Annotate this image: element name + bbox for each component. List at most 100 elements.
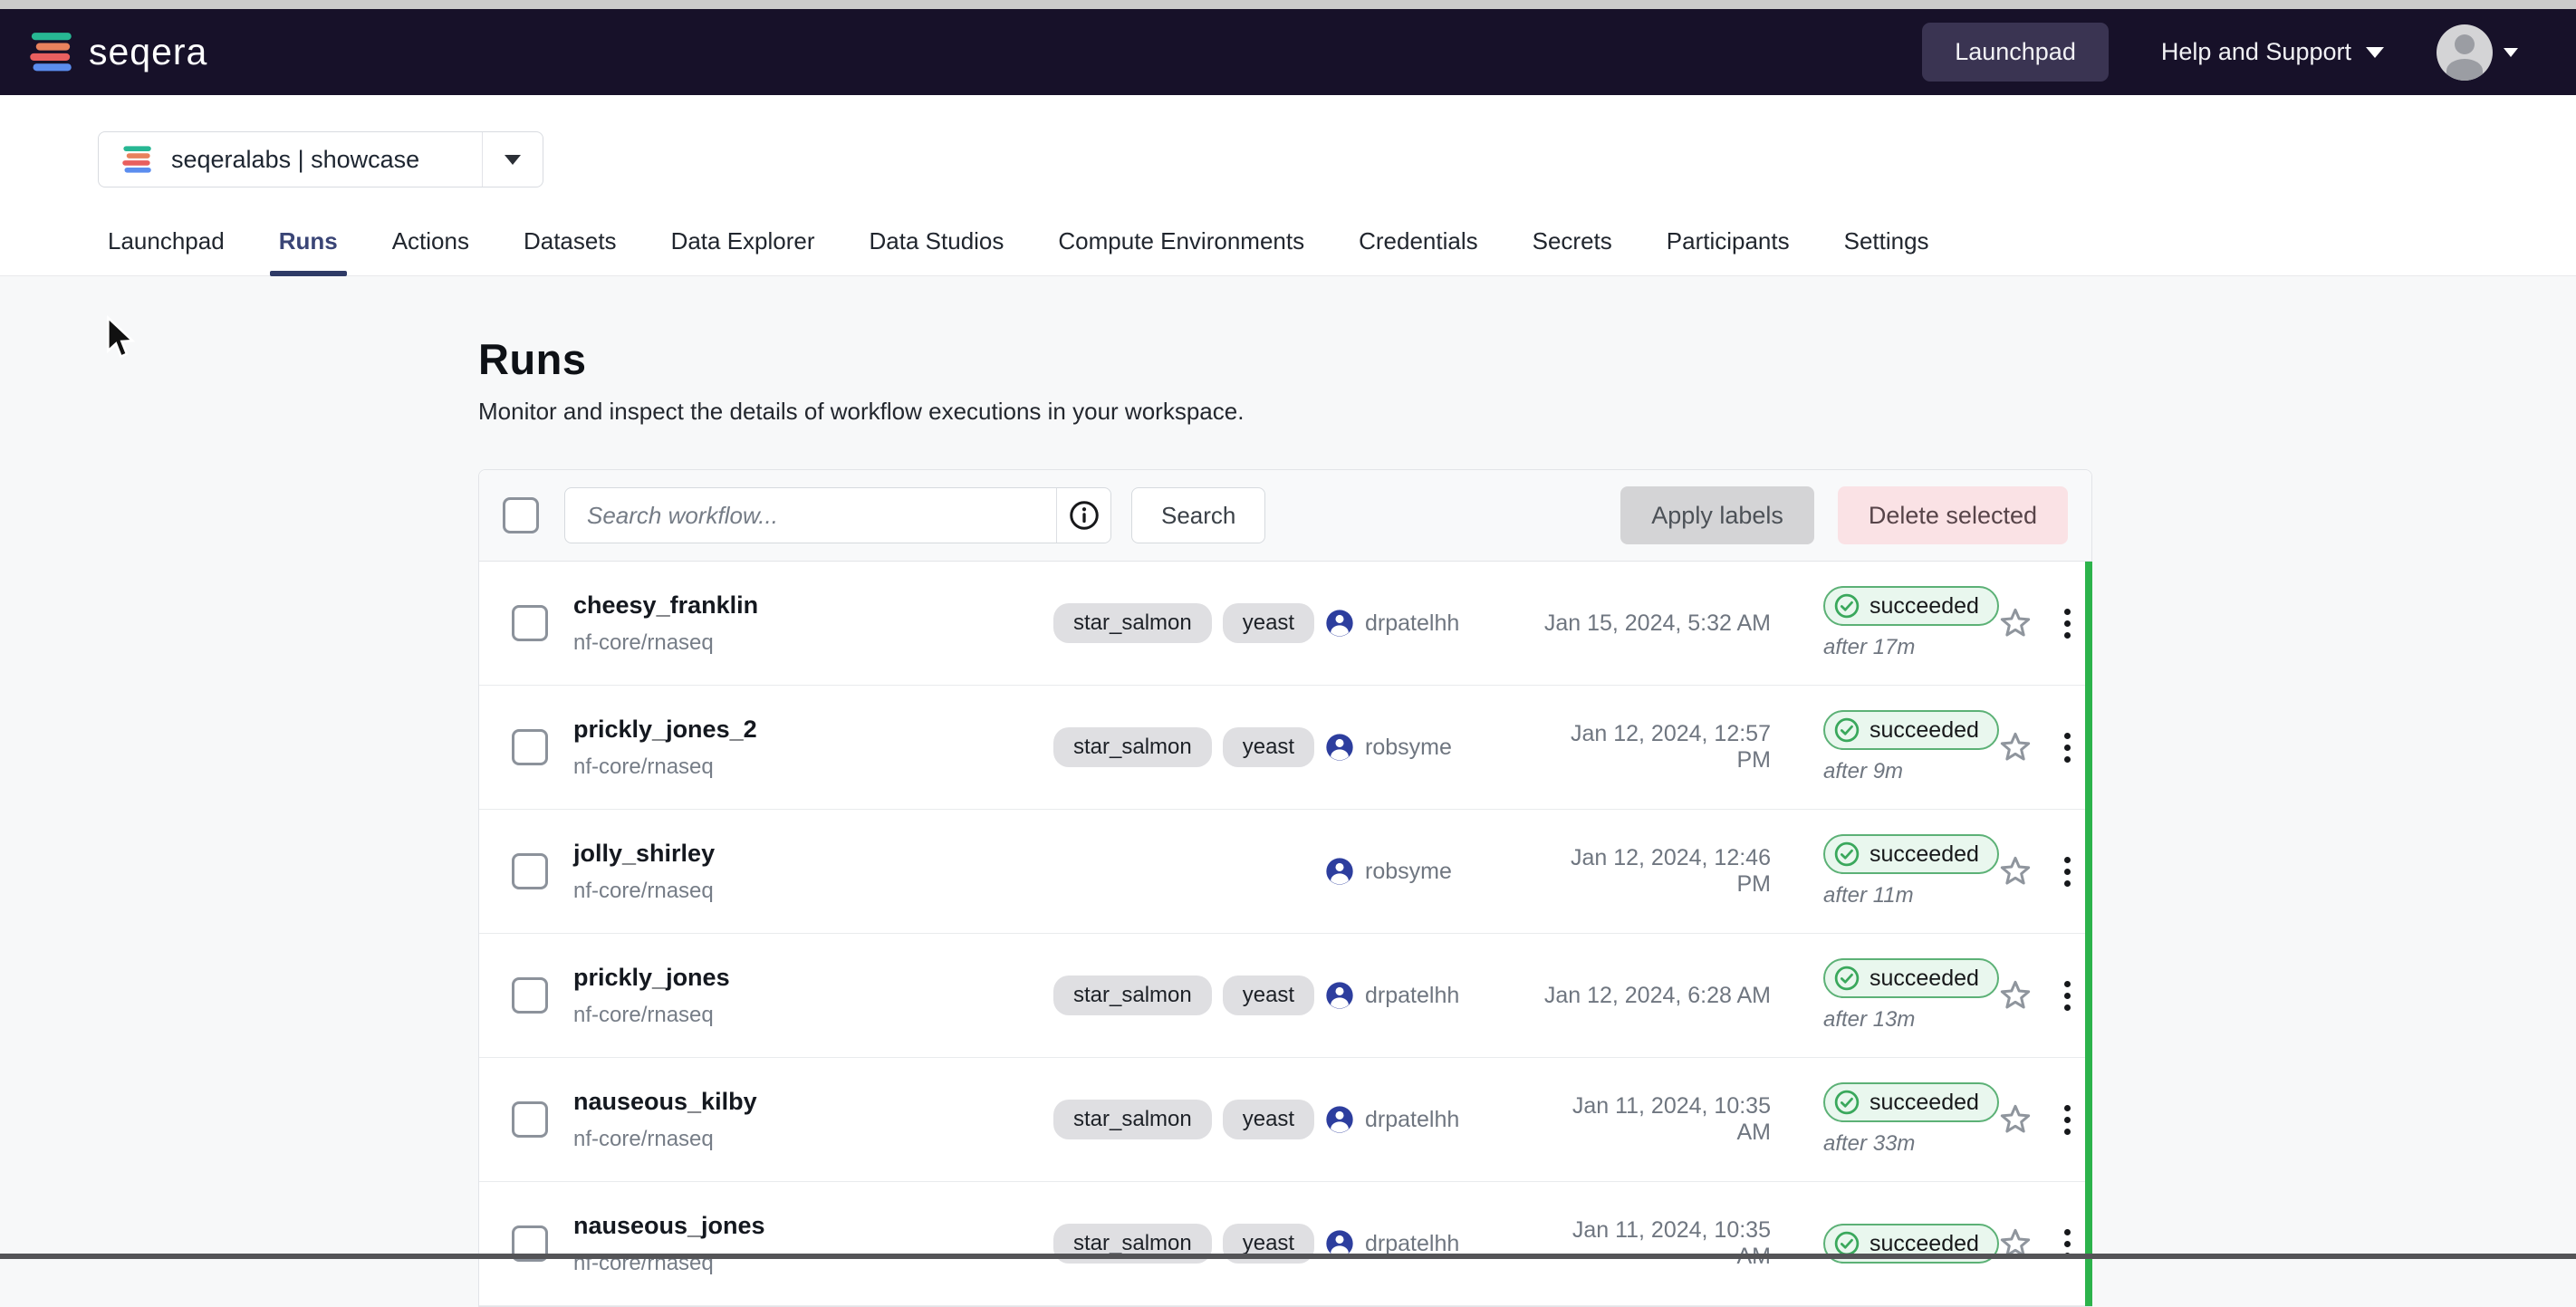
run-date: Jan 12, 2024, 6:28 AM (1538, 983, 1778, 1009)
tab-settings[interactable]: Settings (1842, 227, 1931, 275)
search-input[interactable] (565, 488, 1056, 543)
run-user-name: robsyme (1365, 735, 1452, 761)
status-label: succeeded (1870, 841, 1979, 868)
tab-datasets[interactable]: Datasets (522, 227, 619, 275)
run-status-cell: succeeded after 17m (1778, 586, 1986, 660)
search-button[interactable]: Search (1131, 487, 1265, 543)
info-icon (1068, 499, 1101, 532)
row-checkbox[interactable] (512, 1101, 548, 1138)
status-badge[interactable]: succeeded (1823, 710, 1999, 750)
brand[interactable]: seqera (27, 31, 207, 74)
run-name[interactable]: jolly_shirley (573, 840, 1053, 868)
check-circle-icon (1833, 592, 1860, 620)
status-badge[interactable]: succeeded (1823, 958, 1999, 998)
status-label: succeeded (1870, 966, 1979, 992)
label-pill: star_salmon (1053, 975, 1212, 1015)
run-name[interactable]: cheesy_franklin (573, 591, 1053, 620)
kebab-menu-icon[interactable] (2059, 975, 2076, 1016)
launchpad-button[interactable]: Launchpad (1922, 23, 2109, 82)
run-status-cell: succeeded after 13m (1778, 958, 1986, 1033)
star-icon[interactable] (1997, 977, 2033, 1014)
run-user: drpatelhh (1325, 981, 1538, 1010)
window-bottom-edge (0, 1254, 2576, 1259)
user-icon (1325, 733, 1354, 762)
workspace-band: seqeralabs | showcase Launchpad Runs Actio… (0, 95, 2576, 276)
kebab-menu-icon[interactable] (2059, 603, 2076, 644)
tab-actions[interactable]: Actions (390, 227, 471, 275)
table-row: prickly_jones_2 nf-core/rnaseq star_salm… (479, 686, 2091, 810)
run-name[interactable]: nauseous_jones (573, 1212, 1053, 1240)
run-name[interactable]: prickly_jones_2 (573, 716, 1053, 744)
help-and-support-menu[interactable]: Help and Support (2161, 38, 2384, 66)
page-title: Runs (478, 334, 2092, 384)
row-checkbox-cell (479, 729, 573, 765)
apply-labels-button[interactable]: Apply labels (1620, 486, 1814, 544)
workspace-logo-icon (120, 145, 153, 175)
run-name-cell: nauseous_jones nf-core/rnaseq (573, 1212, 1053, 1276)
run-duration: after 9m (1823, 759, 1986, 784)
status-badge[interactable]: succeeded (1823, 1082, 1999, 1122)
run-name[interactable]: nauseous_kilby (573, 1088, 1053, 1116)
run-date: Jan 15, 2024, 5:32 AM (1538, 610, 1778, 637)
search-info-button[interactable] (1056, 488, 1110, 543)
row-menu-cell (2044, 851, 2090, 892)
kebab-menu-icon[interactable] (2059, 727, 2076, 768)
star-cell (1986, 853, 2044, 889)
star-icon[interactable] (1997, 729, 2033, 765)
run-name-cell: cheesy_franklin nf-core/rnaseq (573, 591, 1053, 656)
row-checkbox[interactable] (512, 977, 548, 1014)
avatar-bust-icon (2446, 59, 2483, 81)
workspace-selector[interactable]: seqeralabs | showcase (98, 131, 543, 187)
tab-runs[interactable]: Runs (277, 227, 340, 275)
run-status-cell: succeeded after 9m (1778, 710, 1986, 784)
status-badge[interactable]: succeeded (1823, 834, 1999, 874)
row-checkbox[interactable] (512, 729, 548, 765)
run-user-name: drpatelhh (1365, 610, 1459, 637)
row-checkbox[interactable] (512, 853, 548, 889)
user-menu[interactable] (2437, 24, 2518, 81)
tab-secrets[interactable]: Secrets (1531, 227, 1614, 275)
search-box (564, 487, 1111, 543)
kebab-menu-icon[interactable] (2059, 1100, 2076, 1140)
runs-table-card: Search Apply labels Delete selected chee… (478, 469, 2092, 1307)
row-checkbox-cell (479, 853, 573, 889)
row-menu-cell (2044, 603, 2090, 644)
star-icon[interactable] (1997, 853, 2033, 889)
avatar[interactable] (2437, 24, 2493, 81)
tab-compute-environments[interactable]: Compute Environments (1056, 227, 1306, 275)
row-checkbox[interactable] (512, 605, 548, 641)
run-labels: star_salmonyeast (1053, 727, 1325, 767)
status-label: succeeded (1870, 717, 1979, 744)
run-user: drpatelhh (1325, 609, 1538, 638)
tab-launchpad[interactable]: Launchpad (106, 227, 226, 275)
row-checkbox-cell (479, 605, 573, 641)
run-pipeline: nf-core/rnaseq (573, 1127, 1053, 1152)
tab-data-explorer[interactable]: Data Explorer (669, 227, 817, 275)
star-cell (1986, 1101, 2044, 1138)
status-green-strip (2085, 562, 2092, 1306)
run-labels: star_salmonyeast (1053, 1100, 1325, 1139)
label-pill: star_salmon (1053, 1100, 1212, 1139)
status-badge[interactable]: succeeded (1823, 586, 1999, 626)
tab-data-studios[interactable]: Data Studios (868, 227, 1006, 275)
page-subtitle: Monitor and inspect the details of workf… (478, 398, 2092, 426)
star-cell (1986, 729, 2044, 765)
run-name-cell: prickly_jones nf-core/rnaseq (573, 964, 1053, 1028)
star-icon[interactable] (1997, 605, 2033, 641)
run-user-name: robsyme (1365, 859, 1452, 885)
run-labels: star_salmonyeast (1053, 603, 1325, 643)
tab-credentials[interactable]: Credentials (1357, 227, 1480, 275)
run-duration: after 33m (1823, 1131, 1986, 1157)
delete-selected-button[interactable]: Delete selected (1838, 486, 2068, 544)
run-duration: after 13m (1823, 1007, 1986, 1033)
avatar-head-icon (2455, 34, 2475, 54)
label-pill: star_salmon (1053, 603, 1212, 643)
star-icon[interactable] (1997, 1101, 2033, 1138)
tab-participants[interactable]: Participants (1665, 227, 1792, 275)
select-all-checkbox[interactable] (503, 497, 539, 533)
run-name[interactable]: prickly_jones (573, 964, 1053, 992)
run-pipeline: nf-core/rnaseq (573, 1003, 1053, 1028)
kebab-menu-icon[interactable] (2059, 851, 2076, 892)
workspace-selector-toggle[interactable] (483, 132, 543, 187)
workspace-selector-label: seqeralabs | showcase (171, 146, 419, 174)
